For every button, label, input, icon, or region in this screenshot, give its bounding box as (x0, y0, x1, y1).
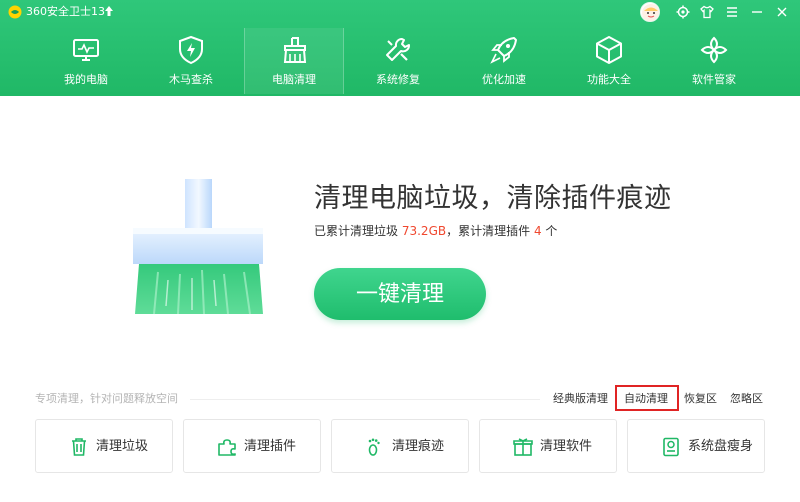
avatar-face-icon (642, 4, 659, 21)
app-logo-icon (8, 5, 22, 19)
header-bar: 360安全卫士13 我的电脑 木马查杀 电脑清理 系统修复 优化加速 功能大全 … (0, 0, 800, 96)
divider (190, 399, 540, 400)
menu-icon[interactable] (725, 5, 739, 19)
nav-label: 电脑清理 (272, 73, 316, 86)
package-icon (513, 438, 533, 456)
gear-icon[interactable] (676, 5, 690, 19)
tool-system-disk-slim[interactable]: 系统盘瘦身 (627, 419, 765, 473)
tool-label: 清理垃圾 (96, 439, 149, 454)
tool-label: 清理软件 (540, 439, 593, 454)
rocket-icon (490, 37, 517, 64)
nav-label: 功能大全 (587, 73, 631, 86)
nav-label: 软件管家 (692, 73, 736, 86)
plugin-count: 4 (533, 224, 542, 238)
nav-item-feature-center[interactable]: 功能大全 (559, 28, 659, 94)
auto-clean-highlight-box (615, 385, 679, 411)
restore-area-link[interactable]: 恢复区 (684, 391, 717, 407)
puzzle-icon (218, 439, 236, 456)
broom-illustration-icon (133, 179, 263, 315)
nav-label: 我的电脑 (64, 73, 108, 86)
tool-clean-traces[interactable]: 清理痕迹 (331, 419, 469, 473)
main-nav: 我的电脑 木马查杀 电脑清理 系统修复 优化加速 功能大全 软件管家 (0, 28, 800, 94)
hero-title: 清理电脑垃圾，清除插件痕迹 (314, 183, 672, 214)
skin-shirt-icon[interactable] (700, 5, 714, 19)
trash-icon (72, 438, 86, 456)
tool-clean-software[interactable]: 清理软件 (479, 419, 617, 473)
nav-item-computer-cleanup[interactable]: 电脑清理 (244, 28, 344, 94)
close-icon[interactable] (775, 5, 789, 19)
user-avatar[interactable] (640, 2, 660, 22)
ignore-area-link[interactable]: 忽略区 (730, 391, 763, 407)
nav-item-trojan-scan[interactable]: 木马查杀 (141, 28, 241, 94)
tool-label: 系统盘瘦身 (688, 439, 754, 454)
upgrade-arrow-icon[interactable] (104, 5, 114, 17)
shield-icon (179, 35, 203, 65)
cube-icon (596, 36, 622, 64)
nav-item-my-computer[interactable]: 我的电脑 (36, 28, 136, 94)
footprint-icon (368, 438, 380, 456)
wrench-icon (386, 37, 410, 61)
title-bar: 360安全卫士13 (0, 0, 800, 24)
grid-icon (700, 36, 728, 64)
one-click-clean-button[interactable]: 一键清理 (314, 268, 486, 320)
monitor-icon (73, 39, 99, 61)
junk-amount: 73.2GB (401, 224, 447, 238)
nav-label: 系统修复 (376, 73, 420, 86)
nav-item-software-manager[interactable]: 软件管家 (664, 28, 764, 94)
tool-label: 清理插件 (244, 439, 297, 454)
summary-suffix: 个 (545, 224, 558, 238)
app-title: 360安全卫士13 (26, 5, 105, 18)
nav-item-optimize-speed[interactable]: 优化加速 (454, 28, 554, 94)
minimize-icon[interactable] (750, 5, 764, 19)
summary-prefix: 已累计清理垃圾 (314, 224, 399, 238)
tool-clean-plugins[interactable]: 清理插件 (183, 419, 321, 473)
nav-label: 优化加速 (482, 73, 526, 86)
nav-item-system-repair[interactable]: 系统修复 (348, 28, 448, 94)
tool-label: 清理痕迹 (392, 439, 445, 454)
disk-icon (663, 437, 679, 457)
broom-icon (283, 37, 307, 63)
classic-clean-link[interactable]: 经典版清理 (553, 391, 608, 407)
summary-mid: ，累计清理插件 (446, 224, 531, 238)
nav-label: 木马查杀 (169, 73, 213, 86)
special-clean-label: 专项清理，针对问题释放空间 (35, 392, 178, 405)
hero-summary: 已累计清理垃圾 73.2GB，累计清理插件 4 个 (314, 222, 557, 240)
tool-clean-junk[interactable]: 清理垃圾 (35, 419, 173, 473)
